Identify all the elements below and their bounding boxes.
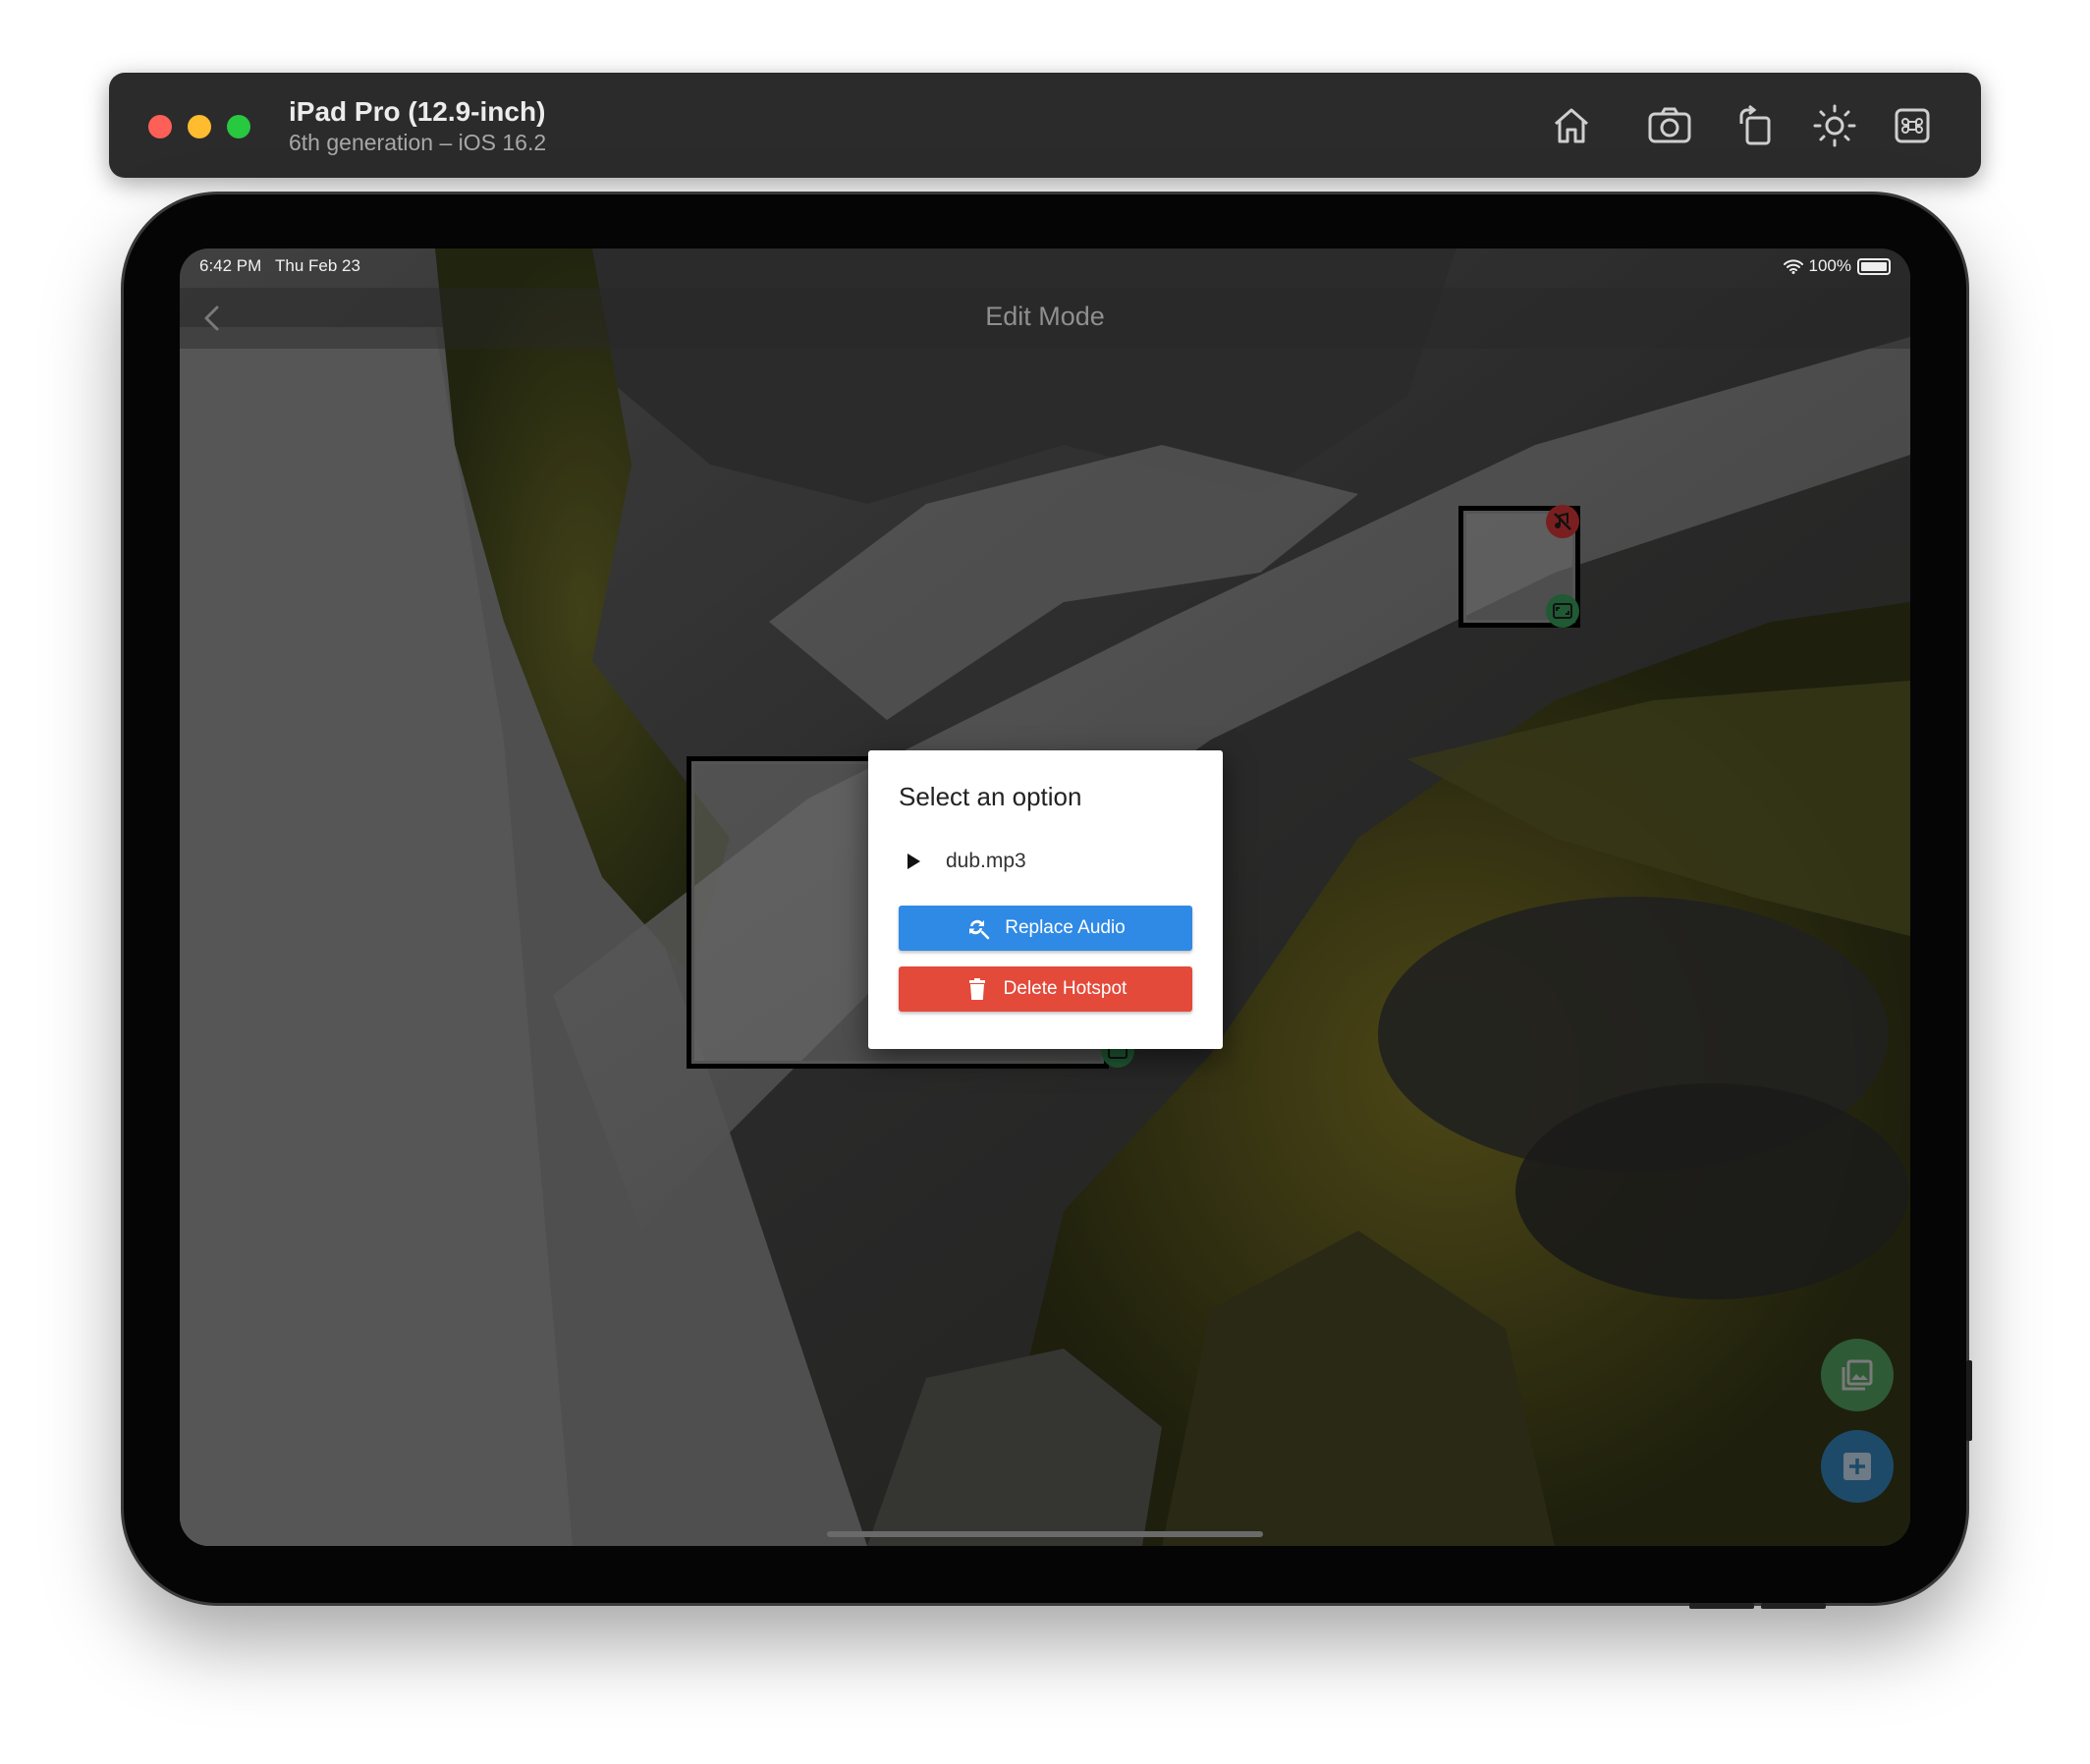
- ipad-screen: 6:42 PM Thu Feb 23 100% Edit Mode Select…: [180, 248, 1910, 1546]
- keyboard-command-icon[interactable]: [1889, 102, 1936, 149]
- status-time: 6:42 PM: [199, 256, 262, 275]
- volume-button: [1761, 1603, 1826, 1609]
- select-option-dialog: Select an option dub.mp3 Replace Audio D…: [868, 750, 1223, 1049]
- volume-button: [1689, 1603, 1754, 1609]
- battery-icon: [1857, 257, 1891, 275]
- side-button: [1966, 1360, 1972, 1441]
- status-date: Thu Feb 23: [275, 256, 360, 275]
- audio-file-name: dub.mp3: [946, 850, 1026, 872]
- add-box-icon: [1843, 1453, 1871, 1480]
- status-battery: 100%: [1783, 256, 1891, 276]
- resize-handle-icon[interactable]: [1546, 594, 1579, 628]
- dialog-title: Select an option: [899, 782, 1082, 811]
- screenshot-icon[interactable]: [1646, 102, 1693, 149]
- close-window-button[interactable]: [148, 115, 172, 138]
- replace-audio-button[interactable]: Replace Audio: [899, 906, 1192, 951]
- gallery-button[interactable]: [1821, 1339, 1894, 1411]
- find-replace-icon: [969, 919, 990, 940]
- audio-file-row[interactable]: dub.mp3: [899, 847, 1026, 876]
- simulator-title-bar: iPad Pro (12.9-inch) 6th generation – iO…: [109, 73, 1981, 178]
- audio-off-icon[interactable]: [1546, 505, 1579, 538]
- minimize-window-button[interactable]: [188, 115, 211, 138]
- navigation-bar: Edit Mode: [180, 288, 1910, 349]
- delete-hotspot-label: Delete Hotspot: [1003, 978, 1128, 999]
- add-hotspot-button[interactable]: [1821, 1430, 1894, 1503]
- home-icon[interactable]: [1548, 102, 1595, 149]
- photo-library-icon: [1842, 1359, 1873, 1391]
- rotate-icon[interactable]: [1732, 102, 1779, 149]
- device-name: iPad Pro (12.9-inch): [289, 96, 546, 127]
- page-title: Edit Mode: [985, 302, 1105, 331]
- zoom-window-button[interactable]: [227, 115, 250, 138]
- play-icon[interactable]: [899, 847, 928, 876]
- wifi-icon: [1783, 258, 1803, 274]
- appearance-icon[interactable]: [1811, 102, 1858, 149]
- device-detail: 6th generation – iOS 16.2: [289, 130, 547, 155]
- delete-hotspot-button[interactable]: Delete Hotspot: [899, 966, 1192, 1012]
- battery-percent: 100%: [1808, 256, 1851, 275]
- replace-audio-label: Replace Audio: [1005, 917, 1126, 938]
- trash-icon: [968, 978, 985, 1000]
- home-indicator[interactable]: [827, 1531, 1263, 1537]
